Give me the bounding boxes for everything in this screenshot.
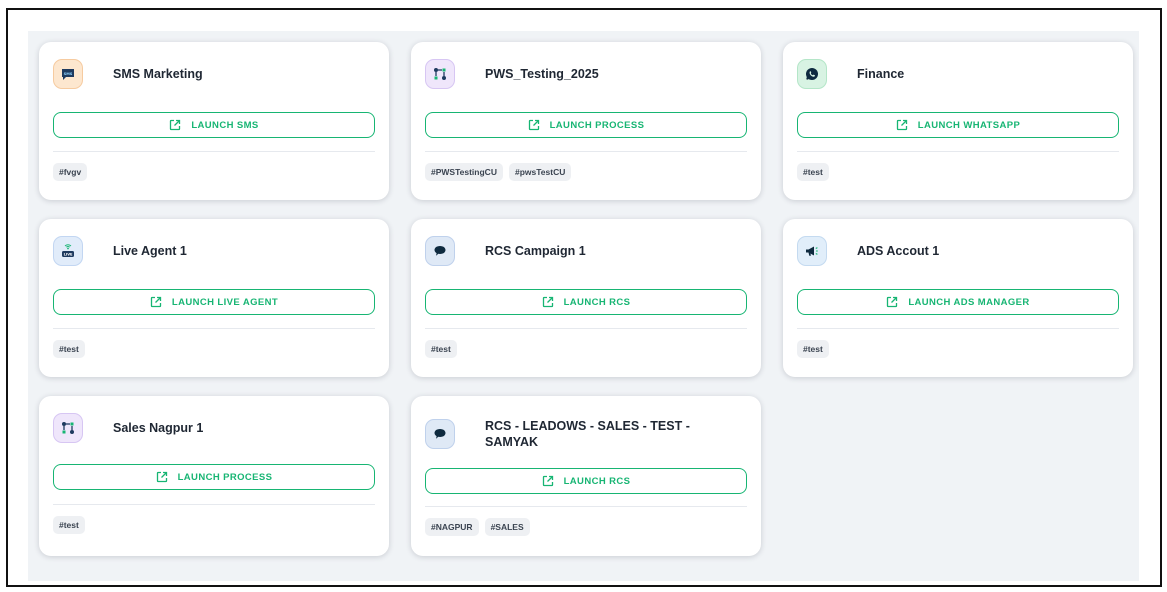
launch-ads-manager-button[interactable]: LAUNCH ADS MANAGER (797, 289, 1119, 315)
card-header: RCS Campaign 1 (425, 231, 747, 271)
tag[interactable]: #test (425, 340, 457, 358)
svg-text:LIVE: LIVE (64, 253, 73, 257)
app-card-live-agent: LIVE Live Agent 1 LAUNCH LIVE AGENT #tes… (39, 219, 389, 377)
launch-sms-button[interactable]: LAUNCH SMS (53, 112, 375, 138)
card-header: RCS - LEADOWS - SALES - TEST - SAMYAK (425, 412, 747, 456)
tag[interactable]: #NAGPUR (425, 518, 479, 536)
tag[interactable]: #test (53, 516, 85, 534)
tag[interactable]: #pwsTestCU (508, 163, 572, 181)
whatsapp-icon (797, 59, 827, 89)
card-title: SMS Marketing (113, 67, 203, 81)
card-divider (797, 328, 1119, 329)
card-divider (53, 151, 375, 152)
sms-icon: SMS (53, 59, 83, 89)
card-divider (797, 151, 1119, 152)
tag-list: #PWSTestingCU #pwsTestCU (425, 163, 572, 181)
tag[interactable]: #test (797, 340, 829, 358)
process-flow-icon (425, 59, 455, 89)
app-grid: SMS SMS Marketing LAUNCH SMS #fvgv PWS_T… (28, 31, 1139, 581)
tag[interactable]: #test (53, 340, 85, 358)
card-header: Sales Nagpur 1 (53, 408, 375, 448)
card-divider (425, 151, 747, 152)
tag-list: #test (425, 340, 457, 358)
launch-button-label: LAUNCH PROCESS (549, 119, 645, 131)
card-title: ADS Accout 1 (857, 244, 940, 258)
tag-list: #test (53, 340, 85, 358)
card-divider (53, 328, 375, 329)
app-card-ads-account: ADS Accout 1 LAUNCH ADS MANAGER #test (783, 219, 1133, 377)
external-link-icon (170, 119, 181, 131)
card-title: RCS - LEADOWS - SALES - TEST - SAMYAK (485, 419, 690, 449)
tag[interactable]: #PWSTestingCU (425, 163, 503, 181)
card-header: SMS SMS Marketing (53, 54, 375, 94)
launch-rcs-button[interactable]: LAUNCH RCS (425, 289, 747, 315)
screenshot-frame: SMS SMS Marketing LAUNCH SMS #fvgv PWS_T… (6, 8, 1162, 587)
launch-button-label: LAUNCH PROCESS (177, 471, 273, 483)
tag-list: #test (797, 163, 829, 181)
card-header: LIVE Live Agent 1 (53, 231, 375, 271)
app-card-rcs-leadows: RCS - LEADOWS - SALES - TEST - SAMYAK LA… (411, 396, 761, 556)
launch-button-label: LAUNCH ADS MANAGER (908, 296, 1030, 308)
launch-process-button[interactable]: LAUNCH PROCESS (425, 112, 747, 138)
launch-button-label: LAUNCH RCS (563, 296, 631, 308)
launch-rcs-button[interactable]: LAUNCH RCS (425, 468, 747, 494)
card-title: Finance (857, 67, 905, 81)
process-flow-icon (53, 413, 83, 443)
launch-button-label: LAUNCH RCS (563, 475, 631, 487)
tag-list: #fvgv (53, 163, 88, 181)
tag-list: #test (53, 516, 85, 534)
external-link-icon (528, 119, 539, 131)
card-divider (425, 506, 747, 507)
launch-button-label: LAUNCH SMS (191, 119, 259, 131)
chat-bubble-icon (425, 419, 455, 449)
card-header: PWS_Testing_2025 (425, 54, 747, 94)
megaphone-icon (797, 236, 827, 266)
app-card-pws-testing: PWS_Testing_2025 LAUNCH PROCESS #PWSTest… (411, 42, 761, 200)
external-link-icon (542, 475, 553, 487)
launch-button-label: LAUNCH WHATSAPP (917, 119, 1021, 131)
app-card-sms-marketing: SMS SMS Marketing LAUNCH SMS #fvgv (39, 42, 389, 200)
chat-bubble-icon (425, 236, 455, 266)
card-title: Sales Nagpur 1 (113, 421, 204, 435)
tag[interactable]: #fvgv (53, 163, 88, 181)
card-header: Finance (797, 54, 1119, 94)
app-card-sales-nagpur: Sales Nagpur 1 LAUNCH PROCESS #test (39, 396, 389, 556)
card-divider (425, 328, 747, 329)
tag[interactable]: #test (797, 163, 829, 181)
card-title: PWS_Testing_2025 (485, 67, 599, 81)
svg-text:SMS: SMS (64, 72, 73, 76)
card-title: RCS Campaign 1 (485, 244, 586, 258)
launch-whatsapp-button[interactable]: LAUNCH WHATSAPP (797, 112, 1119, 138)
app-card-rcs-campaign: RCS Campaign 1 LAUNCH RCS #test (411, 219, 761, 377)
card-divider (53, 504, 375, 505)
tag-list: #NAGPUR #SALES (425, 518, 530, 536)
tag[interactable]: #SALES (484, 518, 530, 536)
external-link-icon (156, 471, 167, 483)
external-link-icon (542, 296, 553, 308)
external-link-icon (896, 119, 907, 131)
external-link-icon (150, 296, 162, 308)
card-header: ADS Accout 1 (797, 231, 1119, 271)
card-title: Live Agent 1 (113, 244, 187, 258)
launch-button-label: LAUNCH LIVE AGENT (171, 296, 279, 308)
app-card-finance: Finance LAUNCH WHATSAPP #test (783, 42, 1133, 200)
launch-process-button[interactable]: LAUNCH PROCESS (53, 464, 375, 490)
external-link-icon (887, 296, 898, 308)
launch-live-agent-button[interactable]: LAUNCH LIVE AGENT (53, 289, 375, 315)
live-agent-icon: LIVE (53, 236, 83, 266)
tag-list: #test (797, 340, 829, 358)
